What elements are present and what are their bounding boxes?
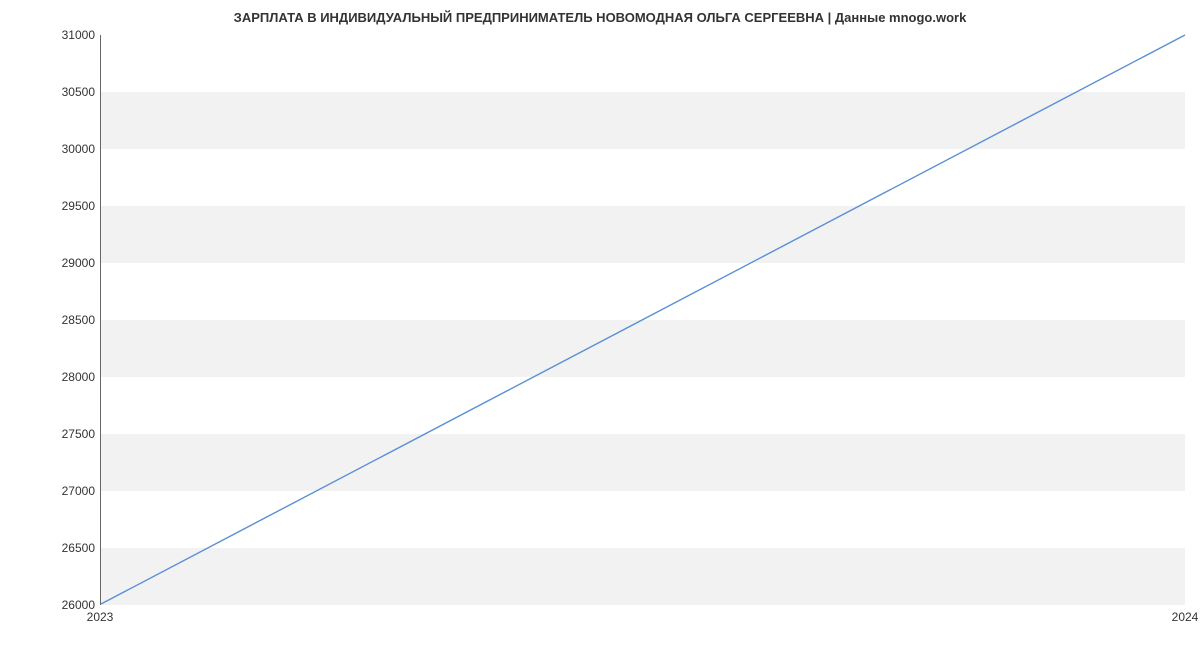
chart-title: ЗАРПЛАТА В ИНДИВИДУАЛЬНЫЙ ПРЕДПРИНИМАТЕЛ… — [0, 10, 1200, 25]
x-tick-label: 2023 — [87, 610, 114, 624]
y-tick-label: 26500 — [15, 541, 95, 555]
y-tick-label: 26000 — [15, 598, 95, 612]
y-tick-label: 29000 — [15, 256, 95, 270]
y-tick-label: 27500 — [15, 427, 95, 441]
y-tick-label: 30500 — [15, 85, 95, 99]
y-tick-label: 29500 — [15, 199, 95, 213]
plot-area — [100, 35, 1185, 605]
y-tick-label: 27000 — [15, 484, 95, 498]
y-tick-label: 30000 — [15, 142, 95, 156]
y-tick-label: 28500 — [15, 313, 95, 327]
x-tick-label: 2024 — [1172, 610, 1199, 624]
y-tick-label: 28000 — [15, 370, 95, 384]
data-line — [101, 35, 1185, 604]
y-tick-label: 31000 — [15, 28, 95, 42]
line-svg — [101, 35, 1185, 604]
